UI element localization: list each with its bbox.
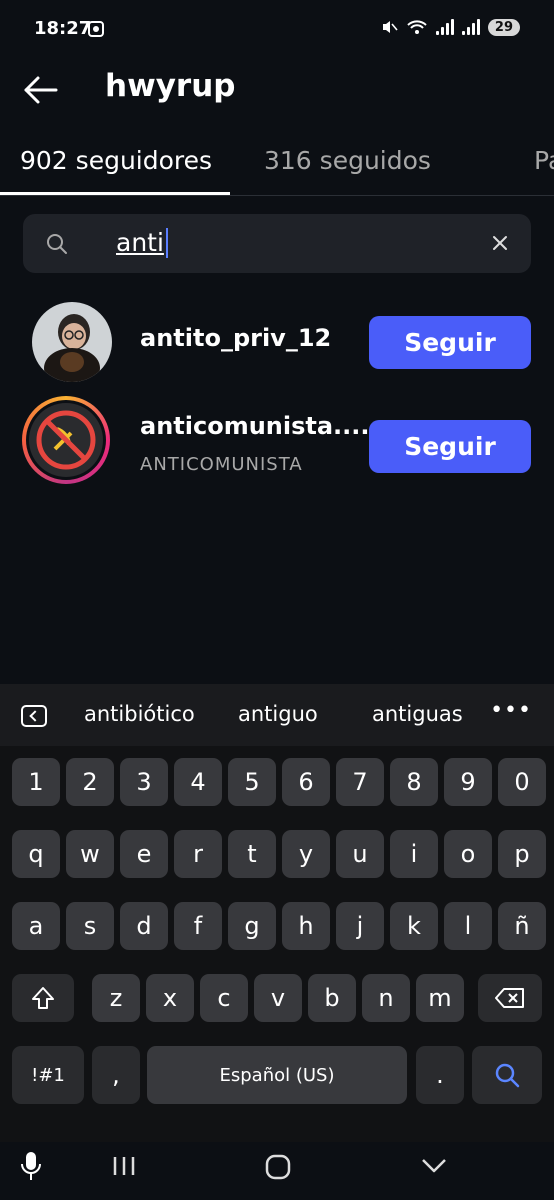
list-item[interactable]: antito_priv_12 Seguir	[0, 298, 554, 388]
recent-apps-icon[interactable]	[112, 1155, 136, 1177]
key-r[interactable]: r	[174, 830, 222, 878]
key-3[interactable]: 3	[120, 758, 168, 806]
key-f[interactable]: f	[174, 902, 222, 950]
key-s[interactable]: s	[66, 902, 114, 950]
key-j[interactable]: j	[336, 902, 384, 950]
signal-icon	[435, 19, 454, 35]
key-t[interactable]: t	[228, 830, 276, 878]
tab-divider	[0, 195, 554, 196]
tab-followers[interactable]: 902 seguidores	[20, 146, 212, 175]
search-key-icon[interactable]	[472, 1046, 542, 1104]
comma-key[interactable]: ,	[92, 1046, 140, 1104]
header: hwyrup	[0, 60, 554, 120]
period-key[interactable]: .	[416, 1046, 464, 1104]
key-m[interactable]: m	[416, 974, 464, 1022]
key-4[interactable]: 4	[174, 758, 222, 806]
mute-icon	[382, 21, 398, 33]
key-d[interactable]: d	[120, 902, 168, 950]
keyboard-toolbar-back-icon[interactable]	[21, 705, 47, 727]
keyboard: antibiótico antiguo antiguas ••• 1234567…	[0, 684, 554, 1142]
battery-indicator: 29	[487, 18, 520, 36]
key-b[interactable]: b	[308, 974, 356, 1022]
key-9[interactable]: 9	[444, 758, 492, 806]
list-item[interactable]: anticomunista.... ANTICOMUNISTA Seguir	[0, 396, 554, 490]
search-icon	[47, 234, 67, 254]
key-y[interactable]: y	[282, 830, 330, 878]
key-7[interactable]: 7	[336, 758, 384, 806]
tab-following[interactable]: 316 seguidos	[264, 146, 431, 175]
key-n[interactable]: n	[362, 974, 410, 1022]
home-icon[interactable]	[265, 1154, 291, 1180]
key-1[interactable]: 1	[12, 758, 60, 806]
key-z[interactable]: z	[92, 974, 140, 1022]
tab-bar: 902 seguidores 316 seguidos Pa	[0, 130, 554, 196]
key-l[interactable]: l	[444, 902, 492, 950]
key-8[interactable]: 8	[390, 758, 438, 806]
key-i[interactable]: i	[390, 830, 438, 878]
microphone-icon[interactable]	[20, 1150, 42, 1182]
avatar[interactable]	[32, 302, 112, 382]
follow-button[interactable]: Seguir	[369, 316, 531, 369]
key-w[interactable]: w	[66, 830, 114, 878]
more-options-icon[interactable]: •••	[490, 698, 532, 723]
key-k[interactable]: k	[390, 902, 438, 950]
story-ring[interactable]	[22, 396, 110, 484]
full-name: ANTICOMUNISTA	[140, 454, 303, 475]
key-p[interactable]: p	[498, 830, 546, 878]
key-q[interactable]: q	[12, 830, 60, 878]
symbols-key[interactable]: !#1	[12, 1046, 84, 1104]
screen-record-icon	[88, 21, 104, 37]
key-a[interactable]: a	[12, 902, 60, 950]
key-v[interactable]: v	[254, 974, 302, 1022]
wifi-icon	[407, 20, 427, 34]
hide-keyboard-chevron-icon[interactable]	[421, 1158, 447, 1174]
space-key[interactable]: Español (US)	[147, 1046, 407, 1104]
username[interactable]: anticomunista....	[140, 412, 370, 440]
follow-button[interactable]: Seguir	[369, 420, 531, 473]
key-h[interactable]: h	[282, 902, 330, 950]
navigation-bar	[0, 1142, 554, 1200]
tab-partial[interactable]: Pa	[534, 146, 554, 175]
key-2[interactable]: 2	[66, 758, 114, 806]
search-input[interactable]: anti	[23, 214, 531, 273]
username[interactable]: antito_priv_12	[140, 324, 331, 352]
signal-icon-2	[461, 19, 480, 35]
key-5[interactable]: 5	[228, 758, 276, 806]
key-e[interactable]: e	[120, 830, 168, 878]
backspace-key-icon[interactable]	[478, 974, 542, 1022]
suggestion-1[interactable]: antibiótico	[84, 702, 195, 726]
shift-key-icon[interactable]	[12, 974, 74, 1022]
key-u[interactable]: u	[336, 830, 384, 878]
suggestion-3[interactable]: antiguas	[372, 702, 463, 726]
status-time: 18:27	[34, 18, 92, 39]
back-arrow-icon[interactable]	[22, 74, 58, 106]
clear-search-icon[interactable]	[491, 234, 509, 252]
key-o[interactable]: o	[444, 830, 492, 878]
key-c[interactable]: c	[200, 974, 248, 1022]
suggestion-2[interactable]: antiguo	[238, 702, 318, 726]
key-0[interactable]: 0	[498, 758, 546, 806]
key-g[interactable]: g	[228, 902, 276, 950]
status-bar: 18:27 29	[0, 0, 554, 60]
key-ñ[interactable]: ñ	[498, 902, 546, 950]
avatar	[29, 403, 103, 477]
search-value: anti	[116, 228, 164, 257]
suggestion-bar: antibiótico antiguo antiguas •••	[0, 684, 554, 746]
key-6[interactable]: 6	[282, 758, 330, 806]
key-x[interactable]: x	[146, 974, 194, 1022]
page-title: hwyrup	[105, 68, 236, 104]
text-caret	[166, 228, 168, 258]
